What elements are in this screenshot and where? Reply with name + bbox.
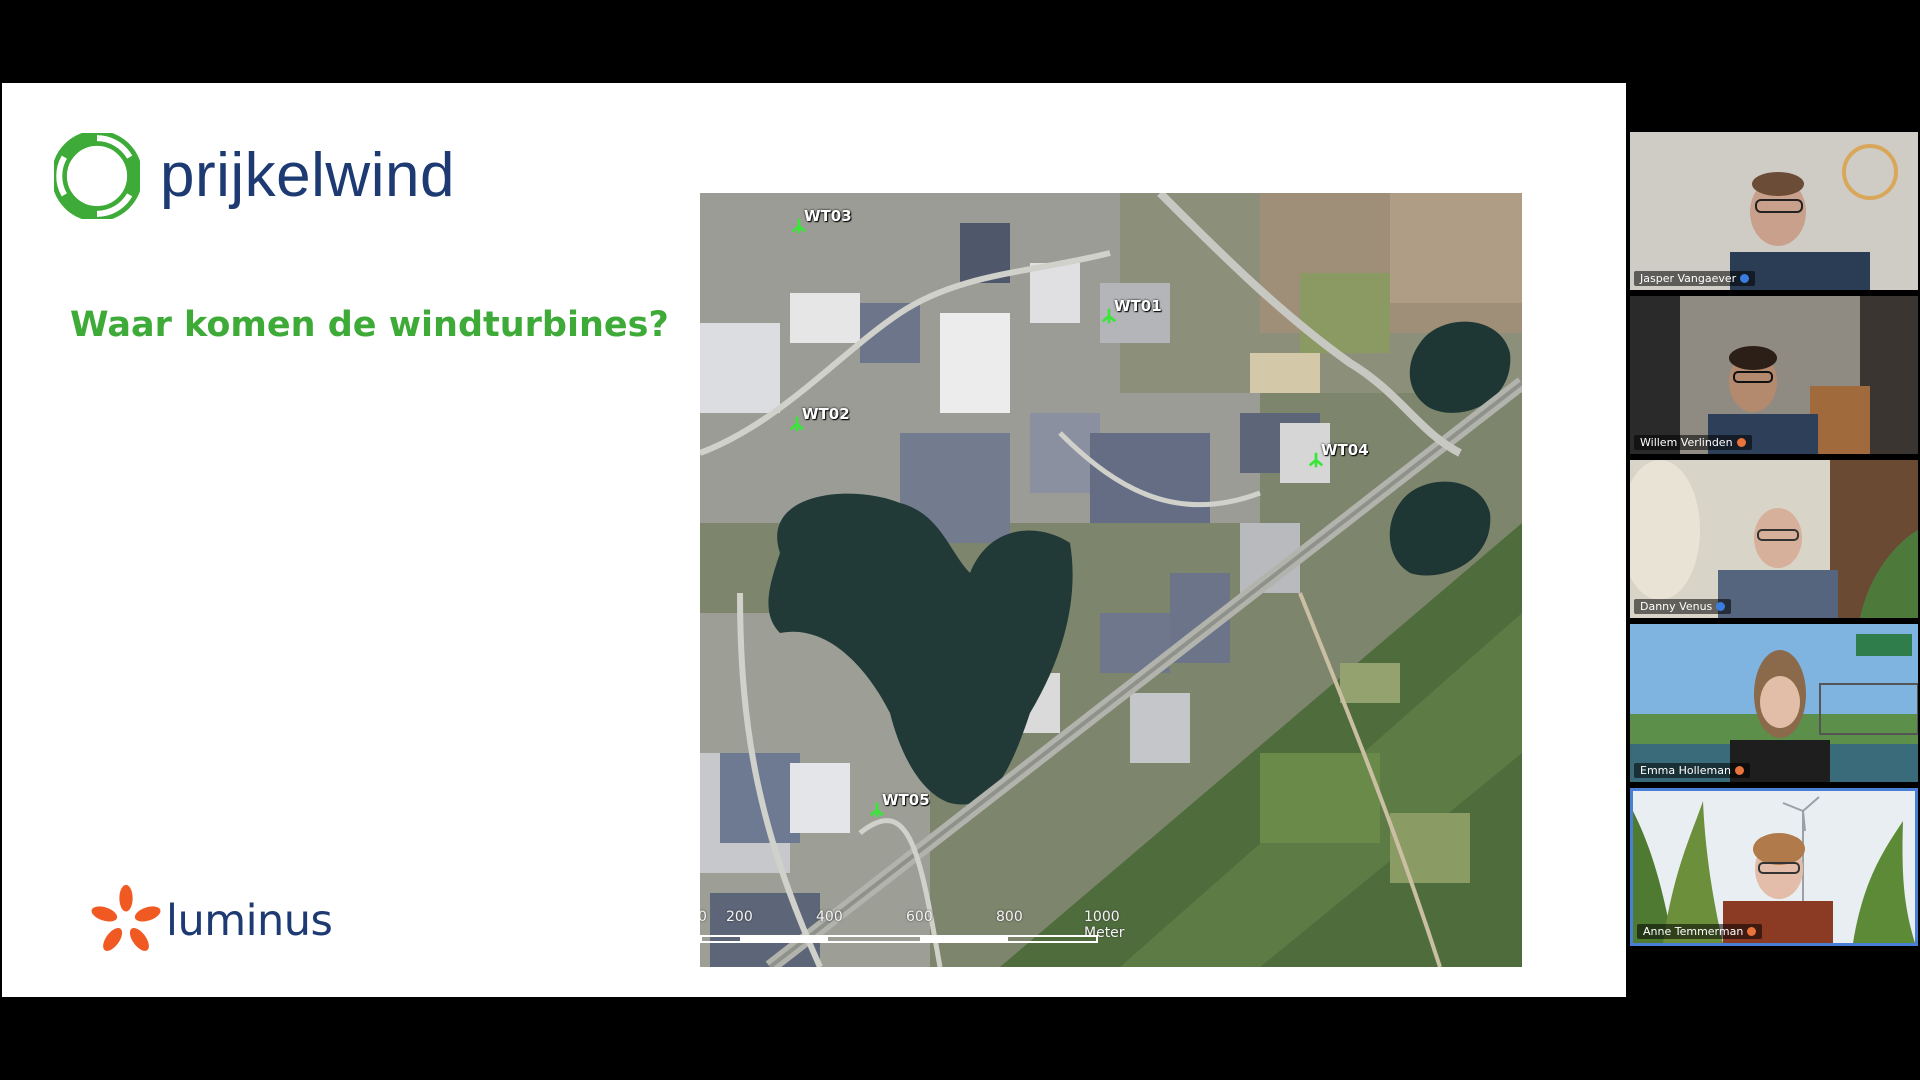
scale-segment [740, 937, 828, 941]
participant-name-tag: Jasper Vangaever [1634, 271, 1756, 286]
participant-video [1630, 624, 1918, 782]
prijkelwind-brand: prijkelwind [54, 131, 455, 221]
scale-tick: 800 [996, 909, 1023, 925]
participant-name: Danny Venus [1640, 600, 1713, 613]
participant-name-tag: Emma Holleman [1634, 763, 1750, 778]
status-icon [1747, 927, 1757, 936]
participant-name-tag: Anne Temmerman [1637, 924, 1763, 939]
turbine-wt02[interactable]: WT02 [788, 405, 850, 433]
prijkelwind-logo-icon [54, 133, 140, 219]
participant-name: Anne Temmerman [1643, 925, 1744, 938]
participant-name: Jasper Vangaever [1640, 272, 1737, 285]
participant-name: Willem Verlinden [1640, 436, 1733, 449]
participant-tile-anne[interactable]: Anne Temmerman [1630, 788, 1918, 946]
participant-name-tag: Willem Verlinden [1634, 435, 1752, 450]
participant-name-tag: Danny Venus [1634, 599, 1732, 614]
scale-tick: 0 [700, 909, 707, 925]
turbine-label: WT04 [1321, 441, 1369, 459]
status-icon [1740, 274, 1750, 283]
participant-tile-jasper[interactable]: Jasper Vangaever [1630, 132, 1918, 290]
participant-tile-willem[interactable]: Willem Verlinden [1630, 296, 1918, 454]
participant-tile-emma[interactable]: Emma Holleman [1630, 624, 1918, 782]
status-icon [1736, 438, 1746, 447]
turbine-label: WT02 [802, 405, 850, 423]
aerial-map: WT03 WT01 WT02 WT04 WT05 0 200 400 600 8… [700, 193, 1522, 967]
map-scale-bar: 0 200 400 600 800 1000 Meter [700, 909, 1125, 949]
scale-tick: 600 [906, 909, 933, 925]
scale-segment [920, 937, 1008, 941]
luminus-name: luminus [166, 896, 333, 946]
luminus-brand: luminus [88, 883, 333, 959]
meeting-window: prijkelwind Waar komen de windturbines? [0, 0, 1920, 1080]
turbine-label: WT01 [1114, 297, 1162, 315]
participant-video [1630, 132, 1918, 290]
status-icon [1734, 766, 1744, 775]
turbine-wt01[interactable]: WT01 [1100, 297, 1162, 325]
presentation-slide: prijkelwind Waar komen de windturbines? [2, 83, 1626, 997]
scale-tick: 400 [816, 909, 843, 925]
participant-name: Emma Holleman [1640, 764, 1731, 777]
luminus-logo-icon [91, 884, 161, 951]
turbine-wt04[interactable]: WT04 [1307, 441, 1369, 469]
brand-name: prijkelwind [160, 141, 455, 210]
status-icon [1716, 602, 1726, 611]
slide-title: Waar komen de windturbines? [70, 305, 669, 345]
turbine-label: WT03 [804, 207, 852, 225]
participant-video [1630, 296, 1918, 454]
participant-tile-danny[interactable]: Danny Venus [1630, 460, 1918, 618]
scale-tick: 200 [726, 909, 753, 925]
participant-video [1630, 460, 1918, 618]
turbine-label: WT05 [882, 791, 930, 809]
turbine-wt03[interactable]: WT03 [790, 207, 852, 235]
participant-video [1633, 791, 1915, 943]
turbine-wt05[interactable]: WT05 [868, 791, 930, 819]
